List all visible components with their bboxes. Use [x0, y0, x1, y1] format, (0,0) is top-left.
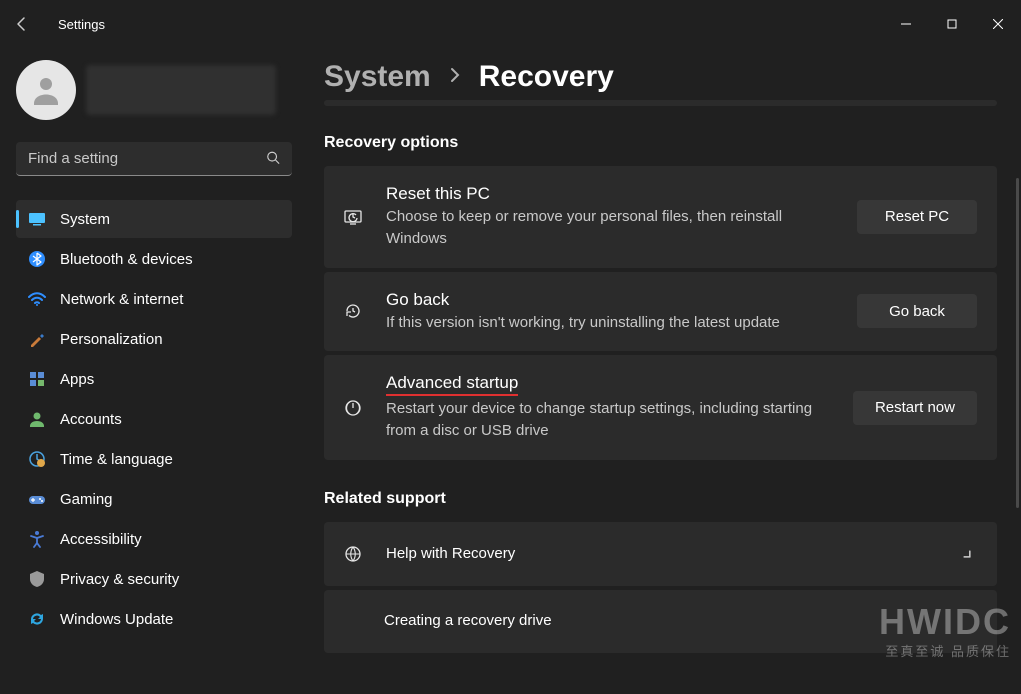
titlebar: Settings — [0, 0, 1021, 48]
apps-icon — [28, 370, 46, 388]
bluetooth-icon — [28, 250, 46, 268]
card-title: Go back — [386, 290, 835, 310]
sidebar-item-gaming[interactable]: Gaming — [16, 480, 292, 518]
expand-icon — [957, 544, 977, 564]
time-language-icon — [28, 450, 46, 468]
collapsed-card — [324, 100, 997, 106]
card-description: Choose to keep or remove your personal f… — [386, 206, 816, 250]
section-title-recovery-options: Recovery options — [324, 134, 997, 152]
sidebar-item-apps[interactable]: Apps — [16, 360, 292, 398]
card-advanced-startup: Advanced startup Restart your device to … — [324, 355, 997, 460]
card-creating-recovery-drive[interactable]: Creating a recovery drive — [324, 590, 997, 653]
sidebar-item-label: Gaming — [60, 491, 113, 508]
sidebar-item-label: Windows Update — [60, 611, 173, 628]
app-title: Settings — [58, 17, 105, 32]
minimize-button[interactable] — [883, 8, 929, 40]
sidebar-item-time-language[interactable]: Time & language — [16, 440, 292, 478]
sidebar-item-label: Privacy & security — [60, 571, 179, 588]
sidebar: System Bluetooth & devices Network & int… — [0, 48, 300, 694]
accessibility-icon — [28, 530, 46, 548]
back-button[interactable] — [14, 16, 30, 32]
sidebar-item-label: Apps — [60, 371, 94, 388]
sidebar-item-label: System — [60, 211, 110, 228]
maximize-button[interactable] — [929, 8, 975, 40]
card-description: If this version isn't working, try unins… — [386, 312, 816, 334]
sidebar-item-privacy[interactable]: Privacy & security — [16, 560, 292, 598]
sidebar-item-bluetooth[interactable]: Bluetooth & devices — [16, 240, 292, 278]
card-go-back: Go back If this version isn't working, t… — [324, 272, 997, 352]
account-block[interactable] — [16, 60, 292, 120]
window-controls — [883, 8, 1021, 40]
card-reset-pc: Reset this PC Choose to keep or remove y… — [324, 166, 997, 268]
personalization-icon — [28, 330, 46, 348]
system-icon — [28, 210, 46, 228]
sidebar-item-system[interactable]: System — [16, 200, 292, 238]
search-icon — [266, 151, 280, 168]
content-area: System Recovery Recovery options Reset t… — [300, 48, 1021, 694]
close-button[interactable] — [975, 8, 1021, 40]
sidebar-item-label: Network & internet — [60, 291, 183, 308]
sidebar-item-network[interactable]: Network & internet — [16, 280, 292, 318]
reset-pc-button[interactable]: Reset PC — [857, 200, 977, 234]
section-title-related-support: Related support — [324, 490, 997, 508]
sidebar-item-label: Time & language — [60, 451, 173, 468]
accounts-icon — [28, 410, 46, 428]
globe-icon — [342, 544, 364, 564]
wifi-icon — [28, 290, 46, 308]
card-title: Reset this PC — [386, 184, 835, 204]
reset-pc-icon — [342, 207, 364, 227]
avatar — [16, 60, 76, 120]
scrollbar[interactable] — [1016, 178, 1019, 508]
advanced-startup-icon — [342, 398, 364, 418]
restart-now-button[interactable]: Restart now — [853, 391, 977, 425]
nav-list: System Bluetooth & devices Network & int… — [16, 200, 292, 638]
sidebar-item-windows-update[interactable]: Windows Update — [16, 600, 292, 638]
sidebar-item-accounts[interactable]: Accounts — [16, 400, 292, 438]
breadcrumb: System Recovery — [324, 60, 997, 94]
gaming-icon — [28, 490, 46, 508]
sidebar-item-accessibility[interactable]: Accessibility — [16, 520, 292, 558]
update-icon — [28, 610, 46, 628]
breadcrumb-parent[interactable]: System — [324, 60, 431, 94]
search-input[interactable] — [16, 142, 292, 176]
sidebar-item-personalization[interactable]: Personalization — [16, 320, 292, 358]
card-title: Help with Recovery — [386, 545, 939, 562]
sidebar-item-label: Bluetooth & devices — [60, 251, 193, 268]
account-name-redacted — [86, 65, 276, 115]
sidebar-item-label: Accounts — [60, 411, 122, 428]
card-help-recovery[interactable]: Help with Recovery — [324, 522, 997, 586]
sidebar-item-label: Accessibility — [60, 531, 142, 548]
sidebar-item-label: Personalization — [60, 331, 163, 348]
shield-icon — [28, 570, 46, 588]
card-description: Restart your device to change startup se… — [386, 398, 816, 442]
card-title: Creating a recovery drive — [384, 612, 977, 629]
card-title: Advanced startup — [386, 373, 831, 396]
go-back-button[interactable]: Go back — [857, 294, 977, 328]
chevron-right-icon — [449, 67, 461, 88]
page-title: Recovery — [479, 60, 614, 94]
search-box[interactable] — [16, 142, 292, 176]
history-icon — [342, 301, 364, 321]
